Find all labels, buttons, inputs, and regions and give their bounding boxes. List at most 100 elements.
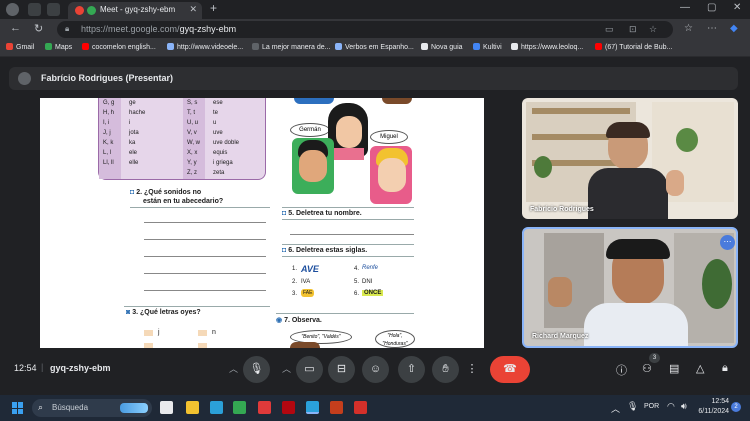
maximize-icon[interactable]: ▢: [707, 2, 716, 13]
shape: [290, 342, 320, 348]
bookmark-leoloq[interactable]: https://www.leoloq...: [511, 43, 583, 51]
question-5: ◘ 5. Deletrea tu nombre.: [282, 210, 362, 217]
powerpoint-icon[interactable]: [330, 401, 343, 414]
clock-time[interactable]: 12:54: [697, 398, 729, 405]
bookmark-la-mejor[interactable]: La mejor manera de...: [252, 43, 330, 51]
shelf: [532, 108, 630, 114]
camera-in-use-icon[interactable]: ▭: [605, 24, 614, 35]
participant-tile-richard[interactable]: ⋯ Richard Marquez: [522, 227, 738, 348]
workspaces-icon[interactable]: [28, 3, 41, 16]
show-hidden-icons-icon[interactable]: ︿: [611, 402, 620, 415]
host-controls-icon[interactable]: 🔒︎: [722, 362, 728, 375]
girl-face: [336, 116, 362, 148]
girl-shirt: [334, 148, 364, 160]
wifi-icon[interactable]: ◠: [667, 401, 675, 412]
question-3-text: 3. ¿Qué letras oyes?: [132, 309, 201, 316]
participant-count-badge: 3: [649, 353, 660, 363]
leave-call-button[interactable]: ☎︎: [490, 356, 530, 383]
tab-actions-icon[interactable]: [47, 3, 60, 16]
present-button[interactable]: ⇧: [398, 356, 425, 383]
participant-tile-fabricio[interactable]: Fabrício Rodrigues: [522, 98, 738, 219]
bookmark-nova-guia[interactable]: Nova guia: [421, 43, 463, 51]
page-icon: [167, 43, 174, 50]
question-6-text: 6. Deletrea estas siglas.: [288, 247, 368, 254]
answer-line: [144, 273, 266, 274]
alphabet-cell: K, k: [103, 140, 114, 146]
favorites-icon[interactable]: ☆: [684, 23, 693, 34]
notification-badge[interactable]: 2: [731, 402, 741, 412]
plant: [702, 259, 732, 309]
reactions-button[interactable]: ☺: [362, 356, 389, 383]
language-indicator[interactable]: POR: [644, 403, 659, 410]
sigla-renfe-logo: Renfe: [362, 265, 379, 271]
alphabet-cell: L, l: [103, 150, 112, 156]
plant: [676, 128, 698, 152]
people-icon[interactable]: ⚇: [642, 362, 652, 375]
tab-title: Meet - gyq-zshy-ebm: [100, 5, 176, 14]
more-options-icon[interactable]: ⋯: [720, 235, 735, 250]
raise-hand-button[interactable]: ✋︎: [432, 356, 459, 383]
meeting-info-icon[interactable]: ⓘ: [616, 362, 627, 378]
video-settings-chevron-icon[interactable]: ︿: [282, 362, 291, 375]
more-options-button[interactable]: ⋮: [463, 356, 481, 383]
acrobat-icon[interactable]: [354, 401, 367, 414]
cast-icon[interactable]: ⊡: [629, 24, 637, 35]
bookmark-cocomelon[interactable]: cocomelon english...: [82, 43, 156, 51]
sigla-dni: DNI: [362, 279, 373, 285]
captions-button[interactable]: ⊟: [328, 356, 355, 383]
netflix-icon[interactable]: [282, 401, 295, 414]
app-notification-icon[interactable]: [258, 401, 271, 414]
copilot-icon[interactable]: ◆: [730, 23, 738, 34]
whatsapp-icon[interactable]: [233, 401, 246, 414]
alphabet-cell: Y, y: [187, 160, 197, 166]
clock-date[interactable]: 6/11/2024: [693, 408, 729, 415]
bookmark-verbos[interactable]: Verbos em Espanho...: [335, 43, 414, 51]
cartoon-illustration: Germán Miguel: [290, 98, 414, 208]
bookmark-star-icon[interactable]: ☆: [649, 24, 657, 35]
bookmark-maps[interactable]: Maps: [45, 43, 72, 51]
site-info-icon[interactable]: 🔒︎: [65, 24, 69, 34]
page-icon: [421, 43, 428, 50]
checkbox: [144, 330, 153, 336]
url-host: https://meet.google.com/: [81, 24, 180, 34]
tab-meet[interactable]: Meet - gyq-zshy-ebm ✕: [68, 2, 202, 19]
bookmark-kultivi[interactable]: Kultivi: [473, 43, 502, 51]
close-tab-icon[interactable]: ✕: [189, 4, 197, 15]
back-icon[interactable]: ←: [10, 22, 21, 34]
alphabet-cell: uve: [213, 130, 223, 136]
bookmark-tutorial[interactable]: (67) Tutorial de Bub...: [595, 43, 672, 51]
close-window-icon[interactable]: ✕: [733, 2, 741, 13]
mic-tray-icon[interactable]: 🎙︎: [627, 401, 638, 412]
edge-icon[interactable]: [306, 401, 319, 414]
profile-avatar-icon[interactable]: [6, 3, 19, 16]
camera-button[interactable]: ▭: [296, 356, 323, 383]
shape: [382, 98, 412, 104]
new-tab-icon[interactable]: +: [210, 1, 217, 15]
telegram-icon[interactable]: [210, 401, 223, 414]
bookmark-gmail[interactable]: Gmail: [6, 43, 34, 51]
microphone-button[interactable]: 🎙︎: [243, 356, 270, 383]
end-call-icon: ☎︎: [503, 363, 517, 375]
shape: [18, 402, 23, 408]
file-explorer-icon[interactable]: [186, 401, 199, 414]
menu-icon[interactable]: ⋯: [707, 23, 717, 34]
volume-icon[interactable]: 🔊︎: [681, 401, 687, 412]
activities-icon[interactable]: △: [696, 362, 704, 375]
address-bar[interactable]: 🔒︎ https://meet.google.com/gyq-zshy-ebm …: [57, 21, 673, 38]
bookmark-videoele[interactable]: http://www.videoele...: [167, 43, 243, 51]
taskbar-search-box[interactable]: ⌕ Búsqueda: [32, 399, 152, 417]
audio-settings-chevron-icon[interactable]: ︿: [229, 362, 238, 375]
bookmark-label: Nova guia: [431, 44, 463, 51]
task-view-icon[interactable]: [160, 401, 173, 414]
participant-name: Richard Marquez: [532, 333, 589, 340]
option-j: j: [158, 329, 160, 336]
minimize-icon[interactable]: —: [680, 2, 690, 13]
divider: [124, 306, 270, 307]
windows-start-icon[interactable]: [12, 402, 24, 414]
alphabet-cell: hache: [129, 110, 146, 116]
question-7: ◉ 7. Observa.: [276, 316, 322, 324]
alphabet-cell: ge: [129, 100, 136, 106]
page-icon: [511, 43, 518, 50]
reload-icon[interactable]: ↻: [34, 22, 43, 35]
chat-icon[interactable]: ▤: [669, 362, 679, 375]
